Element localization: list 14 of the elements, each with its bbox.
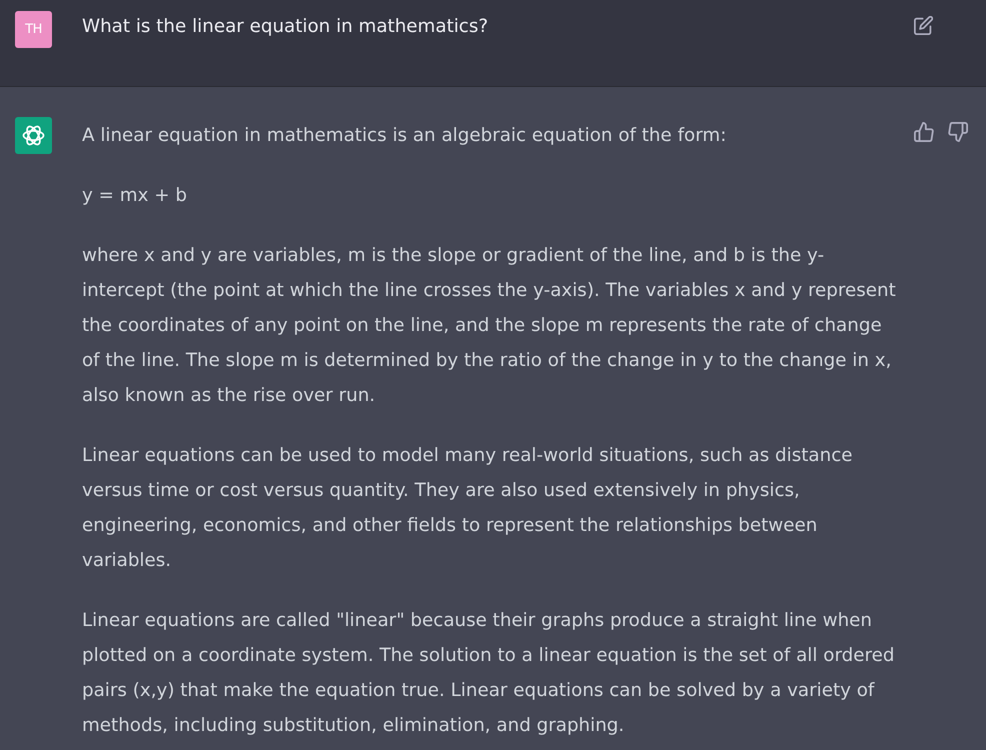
message-text: y = mx + b	[82, 184, 188, 208]
user-avatar: TH	[15, 11, 52, 48]
thumbs-down-button[interactable]	[948, 122, 968, 142]
thumbs-down-icon	[948, 122, 968, 142]
edit-button[interactable]	[914, 16, 933, 35]
assistant-logo-icon	[15, 117, 52, 154]
edit-icon	[914, 16, 933, 35]
message-text: A linear equation in mathematics is an algebraic equation of the form:	[82, 124, 728, 148]
message-text: Linear equations are called "linear" because their graphs produce a straight line when plotted on a coordinate system. The solution to a linear equation is the set of all ordered pairs (x,y) that make the equation true. Linear equations can be solved by a variety of methods, including substitution, elimination, and graphing.	[82, 609, 896, 738]
message-text: where x and y are variables, m is the slope or gradient of the line, and b is the y-intercept (the point at which the line crosses the y-axis). The variables x and y represent the coordinates of any point on the line, and the slope m represents the rate of change of the line. The slope m is determined by the ratio of the change in y to the change in x, also known as the rise over run.	[82, 244, 897, 408]
thumbs-up-button[interactable]	[914, 122, 934, 142]
message-text: Linear equations can be used to model many real-world situations, such as distance versus time or cost versus quantity. They are also used extensively in physics, engineering, economics, and other fields to represent the relationships between variables.	[82, 444, 854, 573]
message-text: What is the linear equation in mathematics?	[82, 15, 490, 39]
thumbs-up-icon	[914, 122, 934, 142]
